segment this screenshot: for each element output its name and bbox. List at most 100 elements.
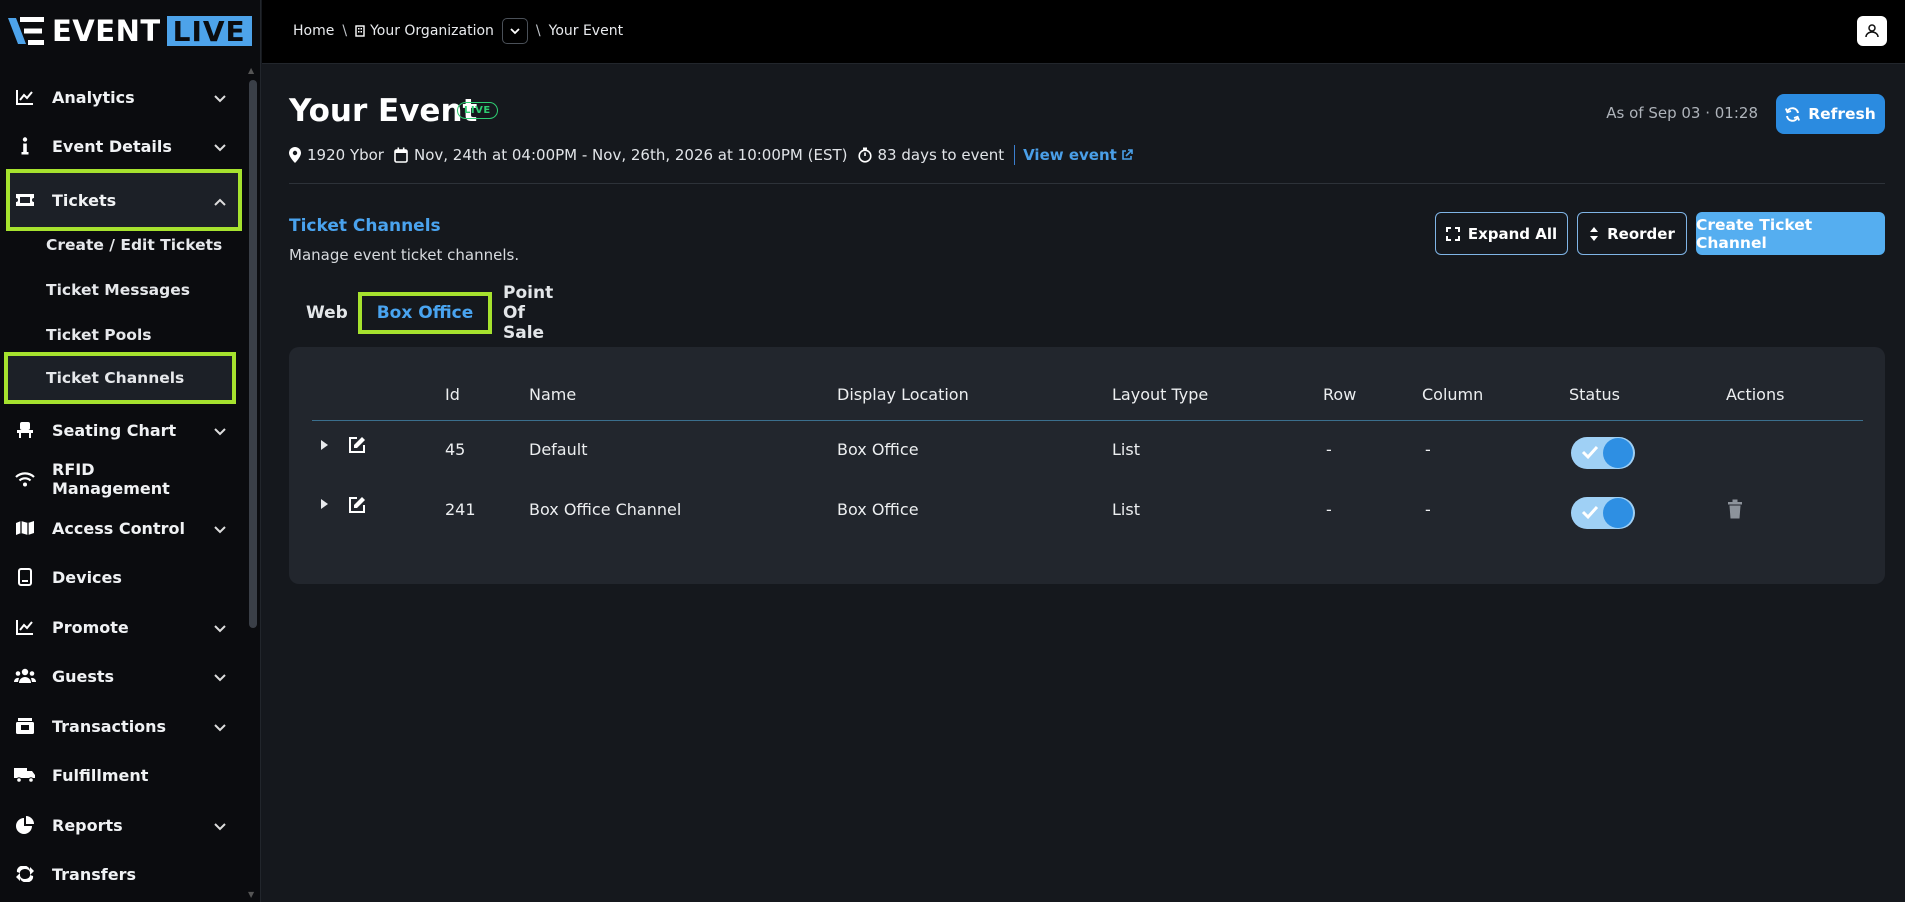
sidebar-item-transactions[interactable]: Transactions [6, 701, 242, 751]
event-meta: 1920 Ybor Nov, 24th at 04:00PM - Nov, 26… [289, 145, 1133, 165]
scroll-up-arrow[interactable]: ▲ [248, 66, 258, 75]
transfer-icon [14, 863, 36, 885]
column-header-status: Status [1569, 385, 1620, 404]
sidebar-item-label: Promote [52, 617, 129, 637]
users-icon [14, 665, 36, 687]
toggle-knob [1603, 438, 1633, 468]
sidebar-subitem-label: Ticket Channels [46, 369, 185, 387]
sidebar-item-seating-chart[interactable]: Seating Chart [6, 405, 242, 455]
edit-icon[interactable] [347, 435, 367, 455]
event-venue: 1920 Ybor [289, 146, 384, 164]
sidebar-subitem-create-edit-tickets[interactable]: Create / Edit Tickets [46, 236, 222, 254]
tab-box-office[interactable]: Box Office [358, 292, 492, 334]
user-menu-button[interactable] [1857, 16, 1887, 46]
chevron-up-icon [214, 191, 228, 210]
sidebar-item-label: Event Details [52, 136, 172, 156]
refresh-button[interactable]: Refresh [1776, 94, 1885, 134]
trash-icon[interactable] [1727, 499, 1743, 519]
chevron-down-icon [214, 421, 228, 440]
breadcrumb-separator: \ [535, 23, 541, 39]
expand-row-caret-icon[interactable] [321, 440, 328, 450]
expand-row-caret-icon[interactable] [321, 499, 328, 509]
sidebar-item-guests[interactable]: Guests [6, 651, 242, 701]
column-header-id: Id [445, 385, 460, 404]
breadcrumb-organization[interactable]: Your Organization [370, 23, 494, 39]
sidebar-item-tickets[interactable]: Tickets [6, 169, 242, 231]
chevron-down-icon [214, 667, 228, 686]
chevron-down-icon [214, 137, 228, 156]
event-countdown: 83 days to event [857, 146, 1005, 164]
external-link-icon [1121, 149, 1133, 160]
sidebar-subitem-ticket-pools[interactable]: Ticket Pools [46, 326, 151, 344]
sidebar-item-event-details[interactable]: Event Details [6, 121, 242, 171]
section-subtitle: Manage event ticket channels. [289, 246, 520, 264]
user-icon [1865, 24, 1879, 38]
toggle-knob [1603, 498, 1633, 528]
logo-mark-icon [8, 17, 44, 45]
event-venue-text: 1920 Ybor [307, 146, 384, 164]
breadcrumb: Home \ Your Organization \ Your Event [293, 18, 623, 44]
main-content: Your Event LIVE 1920 Ybor Nov, 24th at 0… [262, 65, 1905, 902]
sidebar-item-label: Tickets [52, 190, 117, 210]
map-pin-icon [289, 147, 301, 163]
sidebar-item-reports[interactable]: Reports [6, 800, 242, 850]
status-badge: LIVE [457, 102, 498, 119]
cell-column: - [1425, 440, 1431, 459]
sidebar-item-transfers[interactable]: Transfers [6, 849, 242, 899]
event-countdown-text: 83 days to event [877, 146, 1005, 164]
logo-event-text: EVENT [52, 14, 161, 48]
expand-icon [1445, 226, 1460, 241]
tab-web[interactable]: Web [306, 292, 348, 334]
create-ticket-channel-button[interactable]: Create Ticket Channel [1696, 212, 1885, 255]
cell-display-location: Box Office [837, 440, 919, 459]
column-header-column: Column [1422, 385, 1484, 404]
sidebar: EVENT LIVE Analytics Event Details Ticke… [0, 0, 261, 902]
reorder-button[interactable]: Reorder [1577, 212, 1687, 255]
status-toggle[interactable] [1571, 437, 1635, 469]
sidebar-item-fulfillment[interactable]: Fulfillment [6, 750, 242, 800]
cell-id: 45 [445, 440, 466, 459]
sidebar-item-label: RFID Management [52, 460, 170, 498]
sidebar-item-access-control[interactable]: Access Control [6, 503, 242, 553]
register-icon [14, 715, 36, 737]
cell-row: - [1326, 440, 1332, 459]
status-toggle[interactable] [1571, 497, 1635, 529]
sidebar-scrollbar[interactable] [249, 80, 257, 628]
cell-id: 241 [445, 500, 476, 519]
view-event-link[interactable]: View event [1023, 146, 1133, 164]
brand-logo[interactable]: EVENT LIVE [6, 14, 252, 48]
organization-dropdown-button[interactable] [501, 18, 528, 44]
ticket-icon [14, 189, 36, 211]
column-header-name: Name [529, 385, 577, 404]
map-icon [14, 517, 36, 539]
sidebar-item-analytics[interactable]: Analytics [6, 72, 242, 122]
sidebar-subitem-ticket-channels[interactable]: Ticket Channels [4, 352, 236, 404]
tab-point-of-sale[interactable]: Point Of Sale [503, 283, 553, 343]
sidebar-item-devices[interactable]: Devices [6, 552, 242, 602]
scroll-down-arrow[interactable]: ▼ [248, 890, 258, 899]
sidebar-item-label: Fulfillment [52, 765, 149, 785]
event-dates: Nov, 24th at 04:00PM - Nov, 26th, 2026 a… [394, 146, 848, 164]
edit-icon[interactable] [347, 495, 367, 515]
breadcrumb-home[interactable]: Home [293, 23, 334, 39]
column-header-actions: Actions [1726, 385, 1785, 404]
chevron-down-icon [214, 816, 228, 835]
column-header-row: Row [1323, 385, 1357, 404]
logo-live-text: LIVE [166, 16, 252, 46]
cell-name: Default [529, 440, 588, 459]
divider [289, 183, 1885, 184]
expand-all-label: Expand All [1467, 224, 1558, 243]
chevron-down-icon [510, 27, 520, 34]
cell-column: - [1425, 500, 1431, 519]
sidebar-item-label: Devices [52, 567, 122, 587]
chart-line-icon [14, 616, 36, 638]
expand-all-button[interactable]: Expand All [1435, 212, 1568, 255]
check-icon [1581, 445, 1599, 460]
sidebar-item-rfid-management[interactable]: RFID Management [6, 454, 242, 504]
sidebar-item-promote[interactable]: Promote [6, 602, 242, 652]
breadcrumb-event: Your Event [548, 23, 624, 39]
building-icon [355, 25, 365, 37]
sidebar-subitem-ticket-messages[interactable]: Ticket Messages [46, 281, 190, 299]
refresh-icon [1785, 106, 1801, 122]
meta-divider [1014, 145, 1016, 165]
